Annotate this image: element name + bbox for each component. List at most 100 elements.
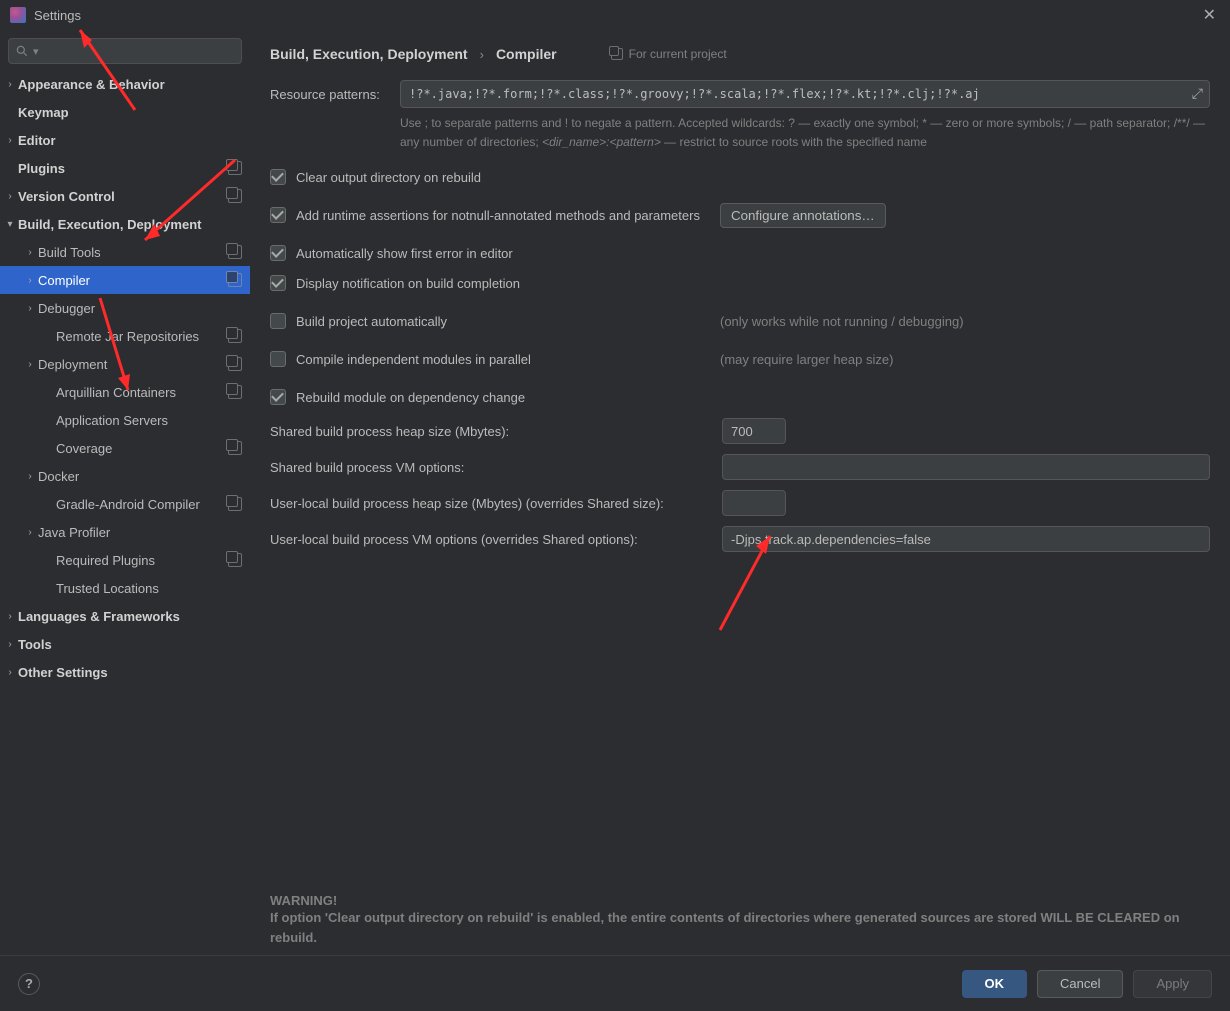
- cancel-button[interactable]: Cancel: [1037, 970, 1123, 998]
- ok-button[interactable]: OK: [962, 970, 1028, 998]
- resource-patterns-hint: Use ; to separate patterns and ! to nega…: [400, 114, 1210, 152]
- sidebar-item-label: Editor: [18, 133, 242, 148]
- chevron-right-icon: ›: [2, 639, 18, 650]
- search-input[interactable]: ▾: [8, 38, 242, 64]
- breadcrumb-sep: ›: [480, 47, 484, 62]
- sidebar-item[interactable]: Arquillian Containers: [0, 378, 250, 406]
- compile-parallel-note: (may require larger heap size): [720, 352, 893, 367]
- build-notification-check[interactable]: Display notification on build completion: [270, 272, 1210, 294]
- resource-patterns-label: Resource patterns:: [270, 87, 400, 102]
- chevron-right-icon: ›: [2, 611, 18, 622]
- sidebar-item-label: Gradle-Android Compiler: [56, 497, 228, 512]
- sidebar-item-label: Build Tools: [38, 245, 228, 260]
- sidebar-item[interactable]: ›Compiler: [0, 266, 250, 294]
- sidebar-item-label: Docker: [38, 469, 242, 484]
- app-icon: [10, 7, 26, 23]
- apply-button[interactable]: Apply: [1133, 970, 1212, 998]
- sidebar-item[interactable]: Coverage: [0, 434, 250, 462]
- project-scope-icon: [228, 329, 242, 343]
- sidebar-item[interactable]: Required Plugins: [0, 546, 250, 574]
- sidebar-item[interactable]: ›Build Tools: [0, 238, 250, 266]
- sidebar-item-label: Keymap: [18, 105, 242, 120]
- sidebar-item-label: Tools: [18, 637, 242, 652]
- settings-tree: ›Appearance & BehaviorKeymap›EditorPlugi…: [0, 70, 250, 686]
- sidebar-item[interactable]: ›Deployment: [0, 350, 250, 378]
- sidebar-item[interactable]: ›Version Control: [0, 182, 250, 210]
- sidebar-item[interactable]: ›Docker: [0, 462, 250, 490]
- project-scope-icon: [228, 385, 242, 399]
- chevron-right-icon: ›: [22, 471, 38, 482]
- sidebar-item-label: Trusted Locations: [56, 581, 242, 596]
- sidebar-item[interactable]: ›Debugger: [0, 294, 250, 322]
- rebuild-dep-check[interactable]: Rebuild module on dependency change: [270, 386, 1210, 408]
- sidebar: ▾ ›Appearance & BehaviorKeymap›EditorPlu…: [0, 30, 250, 955]
- sidebar-item-label: Plugins: [18, 161, 228, 176]
- checkbox-icon[interactable]: [270, 245, 286, 261]
- shared-heap-input[interactable]: [722, 418, 786, 444]
- checkbox-icon[interactable]: [270, 389, 286, 405]
- sidebar-item[interactable]: Plugins: [0, 154, 250, 182]
- chevron-right-icon: ›: [2, 667, 18, 678]
- shared-vm-label: Shared build process VM options:: [270, 460, 722, 475]
- configure-annotations-button[interactable]: Configure annotations…: [720, 203, 886, 228]
- build-auto-check[interactable]: Build project automatically: [270, 310, 720, 332]
- auto-show-error-check[interactable]: Automatically show first error in editor: [270, 242, 1210, 264]
- sidebar-item[interactable]: Trusted Locations: [0, 574, 250, 602]
- expand-icon[interactable]: ⤢: [1192, 86, 1203, 102]
- sidebar-item[interactable]: Remote Jar Repositories: [0, 322, 250, 350]
- title-bar: Settings ✕: [0, 0, 1230, 30]
- project-scope-icon: [228, 161, 242, 175]
- sidebar-item-label: Version Control: [18, 189, 228, 204]
- runtime-assertions-check[interactable]: Add runtime assertions for notnull-annot…: [270, 204, 700, 226]
- checkbox-icon[interactable]: [270, 207, 286, 223]
- sidebar-item[interactable]: Gradle-Android Compiler: [0, 490, 250, 518]
- sidebar-item-label: Arquillian Containers: [56, 385, 228, 400]
- sidebar-item[interactable]: ›Java Profiler: [0, 518, 250, 546]
- window-title: Settings: [34, 8, 81, 23]
- chevron-right-icon: ›: [2, 191, 18, 202]
- sidebar-item[interactable]: ›Tools: [0, 630, 250, 658]
- sidebar-item[interactable]: ›Appearance & Behavior: [0, 70, 250, 98]
- chevron-right-icon: ›: [22, 247, 38, 258]
- checkbox-icon[interactable]: [270, 313, 286, 329]
- project-scope-icon: [611, 48, 623, 60]
- checkbox-icon[interactable]: [270, 169, 286, 185]
- clear-output-check[interactable]: Clear output directory on rebuild: [270, 166, 1210, 188]
- chevron-right-icon: ›: [22, 359, 38, 370]
- sidebar-item-label: Languages & Frameworks: [18, 609, 242, 624]
- user-heap-input[interactable]: [722, 490, 786, 516]
- sidebar-item-label: Compiler: [38, 273, 228, 288]
- settings-panel: Build, Execution, Deployment › Compiler …: [250, 30, 1230, 955]
- shared-vm-input[interactable]: [722, 454, 1210, 480]
- chevron-right-icon: ›: [2, 135, 18, 146]
- sidebar-item-label: Build, Execution, Deployment: [18, 217, 242, 232]
- sidebar-item-label: Other Settings: [18, 665, 242, 680]
- sidebar-item[interactable]: ›Other Settings: [0, 658, 250, 686]
- project-scope-icon: [228, 245, 242, 259]
- breadcrumb-a[interactable]: Build, Execution, Deployment: [270, 46, 468, 62]
- search-icon: [15, 44, 29, 58]
- chevron-right-icon: ›: [22, 275, 38, 286]
- sidebar-item[interactable]: ›Languages & Frameworks: [0, 602, 250, 630]
- chevron-down-icon: ▾: [2, 219, 18, 230]
- compile-parallel-check[interactable]: Compile independent modules in parallel: [270, 348, 720, 370]
- resource-patterns-input[interactable]: !?*.java;!?*.form;!?*.class;!?*.groovy;!…: [400, 80, 1210, 108]
- sidebar-item[interactable]: Keymap: [0, 98, 250, 126]
- user-vm-input[interactable]: [722, 526, 1210, 552]
- help-button[interactable]: ?: [18, 973, 40, 995]
- sidebar-item-label: Coverage: [56, 441, 228, 456]
- warning-title: WARNING!: [270, 893, 1210, 908]
- warning-block: WARNING! If option 'Clear output directo…: [270, 893, 1210, 947]
- sidebar-item[interactable]: ›Editor: [0, 126, 250, 154]
- user-heap-label: User-local build process heap size (Mbyt…: [270, 496, 722, 511]
- sidebar-item[interactable]: Application Servers: [0, 406, 250, 434]
- checkbox-icon[interactable]: [270, 275, 286, 291]
- shared-heap-label: Shared build process heap size (Mbytes):: [270, 424, 722, 439]
- chevron-right-icon: ›: [2, 79, 18, 90]
- user-vm-label: User-local build process VM options (ove…: [270, 532, 722, 547]
- scope-hint: For current project: [611, 47, 727, 61]
- sidebar-item-label: Deployment: [38, 357, 228, 372]
- sidebar-item[interactable]: ▾Build, Execution, Deployment: [0, 210, 250, 238]
- close-icon[interactable]: ✕: [1199, 1, 1220, 29]
- checkbox-icon[interactable]: [270, 351, 286, 367]
